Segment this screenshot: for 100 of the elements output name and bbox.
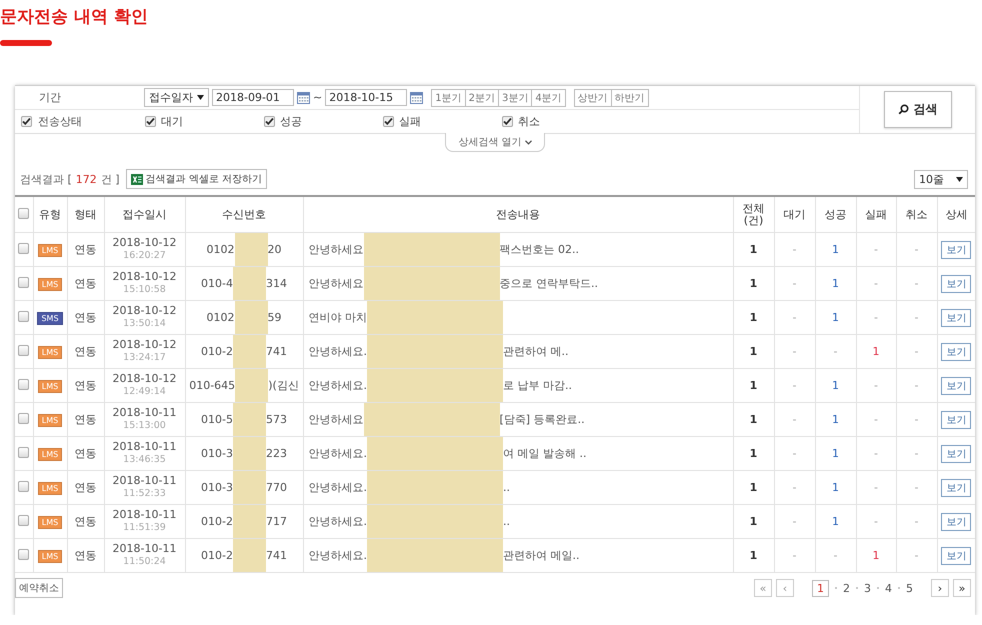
phone-text: 717 — [266, 515, 287, 528]
previous-page-button[interactable]: ‹ — [776, 579, 794, 597]
table-cell: - — [856, 368, 896, 402]
table-cell: - — [856, 266, 896, 300]
type-badge: LMS — [38, 414, 62, 426]
checkbox[interactable] — [18, 276, 30, 288]
period-button[interactable]: 3분기 — [498, 88, 532, 106]
column-header: 전체 (건) — [733, 196, 774, 232]
message-text: 안녕하세요. — [308, 446, 367, 461]
view-button[interactable]: 보기 — [941, 308, 972, 326]
checkbox[interactable] — [18, 242, 30, 254]
detail-search-toggle[interactable]: 상세검색 열기 — [445, 133, 545, 152]
column-header: 수신번호 — [185, 196, 303, 232]
next-page-button[interactable]: › — [931, 579, 949, 597]
view-button[interactable]: 보기 — [941, 444, 972, 462]
message-text: 관련하여 메.. — [503, 344, 568, 359]
cancel-reservation-button[interactable]: 예약취소 — [15, 578, 63, 598]
date-type-dropdown[interactable]: 접수일자 — [144, 88, 209, 107]
view-button[interactable]: 보기 — [941, 410, 972, 428]
date-from-field[interactable]: 2018-09-01 — [212, 89, 294, 106]
table-cell: 연동 — [67, 504, 104, 538]
time-text: 12:49:14 — [122, 386, 167, 399]
checkbox[interactable] — [18, 446, 30, 458]
date-text: 2018-10-11 — [112, 406, 178, 420]
field-label: 기간 — [39, 90, 61, 105]
view-button[interactable]: 보기 — [941, 478, 972, 496]
period-button[interactable]: 2분기 — [466, 88, 499, 106]
result-label: 건 ] — [100, 172, 120, 186]
page-link[interactable]: 5 — [906, 582, 913, 594]
status-label: 실패 — [399, 114, 421, 129]
column-header: 성공 — [815, 196, 856, 232]
checkbox[interactable] — [264, 116, 275, 127]
checkbox[interactable] — [18, 378, 30, 390]
view-button[interactable]: 보기 — [941, 376, 972, 394]
view-button[interactable]: 보기 — [941, 274, 972, 292]
checkbox[interactable] — [18, 310, 30, 322]
period-button[interactable]: 하반기 — [612, 88, 649, 106]
table-cell: 1 — [815, 368, 856, 402]
column-header: 실패 — [856, 196, 896, 232]
type-badge: LMS — [38, 516, 62, 528]
table-cell: - — [774, 402, 815, 436]
table-cell: 1 — [856, 334, 896, 368]
phone-text: 010-2 — [201, 549, 233, 562]
page-size-dropdown[interactable]: 10줄 — [914, 170, 968, 188]
time-text: 11:52:33 — [122, 488, 167, 501]
last-page-button[interactable]: » — [953, 579, 971, 597]
redaction-block — [234, 302, 268, 334]
result-label: 검색결과 [ — [20, 172, 72, 186]
message-text: [담죽] 등록완료.. — [500, 412, 585, 427]
calendar-icon[interactable] — [410, 92, 424, 104]
table-cell: - — [856, 470, 896, 504]
page-link[interactable]: 4 — [885, 582, 892, 594]
checkbox[interactable] — [18, 480, 30, 492]
phone-text: 573 — [266, 413, 287, 426]
type-badge: SMS — [37, 312, 63, 324]
table-cell: - — [815, 538, 856, 572]
period-button[interactable]: 1분기 — [431, 88, 466, 106]
table-cell: - — [896, 402, 937, 436]
checkbox[interactable] — [502, 116, 513, 127]
calendar-icon[interactable] — [297, 92, 310, 104]
checkbox[interactable] — [18, 344, 30, 356]
date-text: 2018-10-12 — [112, 338, 178, 352]
checkbox[interactable] — [145, 116, 156, 127]
search-button[interactable]: 검색 — [884, 91, 952, 128]
first-page-button[interactable]: « — [754, 579, 772, 597]
type-badge: LMS — [38, 346, 62, 358]
table-cell: 1 — [733, 266, 774, 300]
excel-export-button[interactable]: 검색결과 엑셀로 저장하기 — [126, 169, 267, 189]
table-cell: 1 — [733, 538, 774, 572]
checkbox[interactable] — [18, 412, 30, 424]
table-cell: 1 — [733, 504, 774, 538]
time-text: 13:24:17 — [122, 352, 167, 365]
message-text: 안녕하세요. — [308, 548, 367, 563]
table-cell: - — [774, 368, 815, 402]
checkbox[interactable] — [21, 116, 32, 127]
table-cell: - — [856, 504, 896, 538]
view-button[interactable]: 보기 — [941, 546, 972, 564]
period-button[interactable]: 4분기 — [532, 88, 566, 106]
checkbox[interactable] — [18, 548, 30, 560]
table-cell: - — [774, 470, 815, 504]
view-button[interactable]: 보기 — [941, 240, 972, 258]
phone-text: 741 — [266, 549, 287, 562]
page-link[interactable]: 3 — [864, 582, 871, 594]
date-to-field[interactable]: 2018-10-15 — [325, 89, 408, 106]
status-label: 성공 — [280, 114, 302, 129]
view-button[interactable]: 보기 — [941, 342, 972, 360]
checkbox[interactable] — [18, 208, 30, 219]
table-cell: - — [896, 470, 937, 504]
page-link[interactable]: 1 — [812, 580, 829, 596]
range-separator: ~ — [313, 91, 322, 104]
table-cell: 1 — [856, 538, 896, 572]
checkbox[interactable] — [383, 116, 394, 127]
message-text: 안녕하세요. — [308, 344, 367, 359]
table-cell: 연동 — [67, 232, 104, 266]
message-text: 안녕하세요 — [308, 412, 364, 427]
view-button[interactable]: 보기 — [941, 512, 972, 530]
period-button[interactable]: 상반기 — [574, 88, 612, 106]
page-link[interactable]: 2 — [843, 582, 850, 594]
checkbox[interactable] — [18, 514, 30, 526]
phone-text: 010-3 — [201, 447, 233, 460]
